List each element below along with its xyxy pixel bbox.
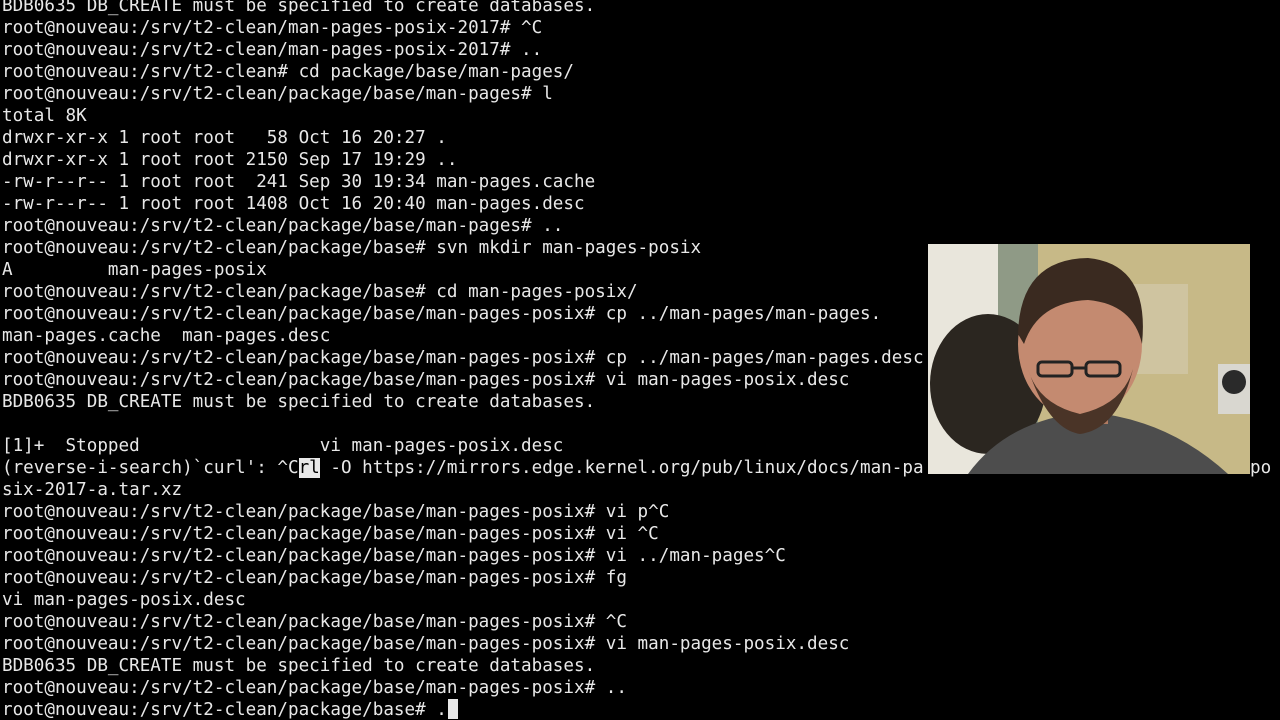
command-prompt-line[interactable]: root@nouveau:/srv/t2-clean/package/base#… <box>2 699 458 720</box>
search-match-highlight: rl <box>298 458 320 478</box>
terminal-line: root@nouveau:/srv/t2-clean/package/base/… <box>2 502 670 522</box>
search-line-tail: po <box>1250 458 1272 478</box>
terminal-line: root@nouveau:/srv/t2-clean/package/base/… <box>2 524 659 544</box>
terminal-line: root@nouveau:/srv/t2-clean/package/base/… <box>2 216 564 236</box>
terminal-line: root@nouveau:/srv/t2-clean/package/base/… <box>2 304 882 324</box>
terminal-line: root@nouveau:/srv/t2-clean/package/base#… <box>2 238 702 258</box>
terminal-line: -rw-r--r-- 1 root root 241 Sep 30 19:34 … <box>2 172 596 192</box>
terminal-line: root@nouveau:/srv/t2-clean/package/base#… <box>2 282 638 302</box>
terminal-line: drwxr-xr-x 1 root root 2150 Sep 17 19:29… <box>2 150 458 170</box>
terminal-line: total 8K <box>2 106 87 126</box>
person-webcam-icon <box>928 244 1250 474</box>
terminal-line: man-pages.cache man-pages.desc <box>2 326 331 346</box>
reverse-search-line: (reverse-i-search)`curl': ^Crl -O https:… <box>2 457 924 479</box>
terminal-line: A man-pages-posix <box>2 260 267 280</box>
terminal-line: root@nouveau:/srv/t2-clean/package/base/… <box>2 678 627 698</box>
terminal-line: -rw-r--r-- 1 root root 1408 Oct 16 20:40… <box>2 194 585 214</box>
terminal-line: root@nouveau:/srv/t2-clean/man-pages-pos… <box>2 18 543 38</box>
search-rest: -O https://mirrors.edge.kernel.org/pub/l… <box>319 458 924 478</box>
terminal-line: root@nouveau:/srv/t2-clean/package/base/… <box>2 84 553 104</box>
terminal-line: [1]+ Stopped vi man-pages-posix.desc <box>2 436 564 456</box>
terminal-line: BDB0635 DB_CREATE must be specified to c… <box>2 0 596 16</box>
terminal-line: root@nouveau:/srv/t2-clean/package/base/… <box>2 568 627 588</box>
terminal-line: drwxr-xr-x 1 root root 58 Oct 16 20:27 . <box>2 128 447 148</box>
terminal-line: root@nouveau:/srv/t2-clean/package/base/… <box>2 612 627 632</box>
terminal-line: six-2017-a.tar.xz <box>2 480 183 500</box>
terminal-line: vi man-pages-posix.desc <box>2 590 246 610</box>
terminal-line: root@nouveau:/srv/t2-clean/package/base/… <box>2 370 850 390</box>
text-cursor <box>447 699 458 719</box>
search-prefix: (reverse-i-search)`curl': ^C <box>2 458 299 478</box>
terminal-line: root@nouveau:/srv/t2-clean/man-pages-pos… <box>2 40 543 60</box>
terminal-line: root@nouveau:/srv/t2-clean/package/base/… <box>2 348 924 368</box>
terminal-line: root@nouveau:/srv/t2-clean# cd package/b… <box>2 62 574 82</box>
prompt-text: root@nouveau:/srv/t2-clean/package/base#… <box>2 700 447 720</box>
terminal-line: root@nouveau:/srv/t2-clean/package/base/… <box>2 546 786 566</box>
webcam-overlay <box>928 244 1250 474</box>
terminal-line: root@nouveau:/srv/t2-clean/package/base/… <box>2 634 850 654</box>
terminal-line: BDB0635 DB_CREATE must be specified to c… <box>2 392 596 412</box>
terminal-line: BDB0635 DB_CREATE must be specified to c… <box>2 656 596 676</box>
